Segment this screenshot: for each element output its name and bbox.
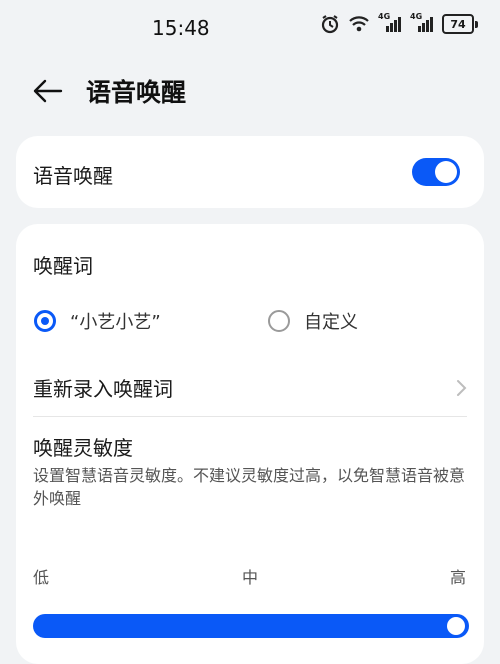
- sensitivity-low-label: 低: [33, 568, 50, 587]
- signal-label-sim1: 4G: [378, 12, 391, 21]
- page-header: 语音唤醒: [0, 60, 500, 120]
- toggle-knob: [435, 161, 457, 183]
- wake-word-title: 唤醒词: [33, 254, 93, 278]
- radio-unselected-icon: [268, 310, 290, 332]
- status-icons: 4G 4G 74: [320, 12, 478, 34]
- wake-word-option-label: 自定义: [304, 312, 358, 333]
- back-arrow-icon[interactable]: [30, 74, 64, 108]
- sensitivity-mid-label: 中: [242, 568, 259, 587]
- battery-level: 74: [442, 14, 474, 34]
- wake-word-option-default[interactable]: “小艺小艺”: [34, 308, 161, 334]
- divider: [33, 416, 467, 417]
- voice-wakeup-card: 语音唤醒: [16, 136, 484, 208]
- wake-word-option-custom[interactable]: 自定义: [268, 308, 358, 334]
- sensitivity-slider[interactable]: [33, 614, 469, 638]
- signal-label-sim2: 4G: [410, 12, 423, 21]
- signal-icon-sim2: 4G: [410, 12, 434, 33]
- rerecord-wake-word-row[interactable]: 重新录入唤醒词: [33, 364, 467, 414]
- wake-settings-card: 唤醒词 “小艺小艺” 自定义 重新录入唤醒词 唤醒灵敏度 设置智慧语音灵敏度。不…: [16, 224, 484, 664]
- voice-wakeup-label: 语音唤醒: [33, 164, 113, 188]
- page-title: 语音唤醒: [86, 78, 187, 107]
- radio-selected-icon: [34, 310, 56, 332]
- wifi-icon: [348, 15, 370, 33]
- voice-wakeup-toggle[interactable]: [412, 158, 460, 186]
- rerecord-wake-word-label: 重新录入唤醒词: [33, 377, 173, 401]
- status-time: 15:48: [152, 16, 210, 40]
- battery-icon: 74: [442, 14, 478, 34]
- chevron-right-icon: [455, 378, 467, 398]
- alarm-icon: [320, 14, 340, 34]
- signal-icon-sim1: 4G: [378, 12, 402, 33]
- status-bar: 15:48 4G 4G 74: [0, 0, 500, 56]
- slider-knob[interactable]: [447, 617, 465, 635]
- sensitivity-high-label: 高: [450, 568, 467, 587]
- wake-word-option-label: “小艺小艺”: [70, 312, 161, 333]
- sensitivity-description: 设置智慧语音灵敏度。不建议灵敏度过高，以免智慧语音被意外唤醒: [33, 466, 466, 508]
- sensitivity-title: 唤醒灵敏度: [33, 436, 133, 460]
